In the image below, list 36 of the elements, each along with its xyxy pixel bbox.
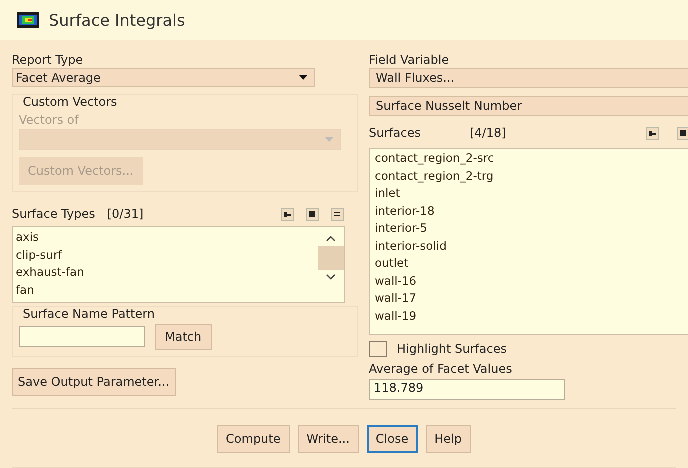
surface-type-item[interactable]: fan — [16, 282, 315, 299]
save-output-parameter-button[interactable]: Save Output Parameter... — [12, 368, 176, 396]
report-type-label: Report Type — [12, 52, 84, 68]
surface-type-item[interactable]: clip-surf — [16, 246, 315, 264]
field-variable-dropdown[interactable]: Surface Nusselt Number — [369, 96, 688, 116]
field-category-dropdown[interactable]: Wall Fluxes... — [369, 68, 688, 88]
report-type-dropdown[interactable]: Facet Average — [12, 68, 315, 87]
surface-item[interactable]: wall-17 — [375, 290, 688, 308]
surface-item[interactable]: contact_region_2-src — [375, 150, 688, 168]
dialog-button[interactable]: Help — [426, 425, 471, 453]
window-title: Surface Integrals — [49, 10, 186, 30]
surface-item[interactable]: contact_region_2-trg — [375, 168, 688, 185]
surface-item[interactable]: wall-19 — [375, 308, 688, 325]
surface-item[interactable]: interior-5 — [375, 220, 688, 238]
dialog-button[interactable]: Write... — [298, 425, 359, 453]
custom-vectors-title: Custom Vectors — [22, 94, 118, 110]
surface-item[interactable]: inlet — [375, 185, 688, 202]
field-variable-label: Field Variable — [369, 52, 450, 68]
vectors-of-label: Vectors of — [19, 112, 80, 128]
surface-type-item[interactable]: axis — [16, 229, 315, 246]
surface-item[interactable]: interior-solid — [375, 238, 688, 255]
surfaces-count: [4/18] — [470, 125, 506, 141]
match-button[interactable]: Match — [155, 324, 212, 350]
surface-name-pattern-title: Surface Name Pattern — [22, 306, 156, 322]
result-field[interactable]: 118.789 — [369, 379, 565, 400]
surfaces-label: Surfaces — [369, 125, 421, 141]
highlight-surfaces-label: Highlight Surfaces — [397, 341, 507, 357]
surface-type-item[interactable]: exhaust-fan — [16, 264, 315, 282]
dialog-button[interactable]: Close — [366, 425, 418, 453]
result-label: Average of Facet Values — [369, 361, 514, 377]
surface-item[interactable]: outlet — [375, 255, 688, 272]
surface-item[interactable]: wall-16 — [375, 272, 688, 290]
surface-types-count: [0/31] — [107, 206, 144, 222]
surface-types-label: Surface Types — [12, 206, 96, 222]
surface-item[interactable]: interior-18 — [375, 202, 688, 220]
dialog-button[interactable]: Compute — [217, 425, 290, 453]
